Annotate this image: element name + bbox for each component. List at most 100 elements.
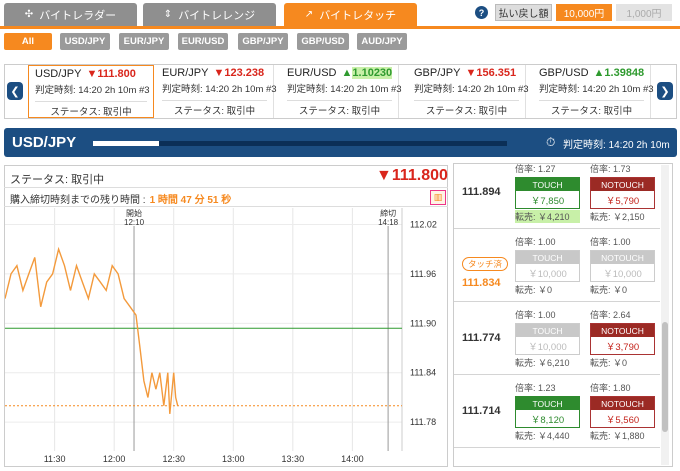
- x-tick-label: 13:00: [222, 454, 245, 464]
- touch-option: 倍率: 1.27 TOUCH ￥7,850 転売: ￥4,210: [515, 164, 580, 223]
- touch-option: 倍率: 1.23 TOUCH ￥8,120 転売: ￥4,440: [515, 381, 580, 442]
- touch-button[interactable]: TOUCH ￥7,850: [515, 177, 580, 209]
- tab-range[interactable]: ⇕ バイトレレンジ: [143, 3, 276, 26]
- notouch-button[interactable]: NOTOUCH ￥3,790: [590, 323, 655, 355]
- scrollbar-thumb[interactable]: [662, 322, 668, 432]
- card-gbpjpy[interactable]: GBP/JPY ▼156.351 判定時刻: 14:20 2h 10m #3 ステ…: [408, 65, 529, 118]
- touch-button[interactable]: TOUCH ￥10,000: [515, 250, 580, 282]
- filter-all[interactable]: All: [4, 33, 52, 50]
- tab-touch[interactable]: ↗ バイトレタッチ: [284, 3, 417, 26]
- pair-header: USD/JPY ⏱ 判定時刻: 14:20 2h 10m: [4, 128, 677, 157]
- help-icon[interactable]: ?: [475, 6, 488, 19]
- resale-value: 転売: ￥1,880: [590, 431, 645, 441]
- card-rate: ▼156.351: [465, 67, 517, 79]
- notouch-button-label: NOTOUCH: [591, 178, 654, 191]
- x-tick-label: 12:30: [162, 454, 185, 464]
- payout-option-1000[interactable]: 1,000円: [616, 4, 672, 21]
- payout-rate: 倍率: 1.23: [515, 383, 556, 393]
- card-status: ステータス: 取引中: [539, 100, 644, 117]
- card-rate: ▲1.39848: [593, 67, 645, 79]
- touched-badge: タッチ済: [462, 257, 508, 271]
- annotation-label: 締切: [380, 208, 396, 218]
- notouch-option: 倍率: 2.64 NOTOUCH ￥3,790 転売: ￥0: [590, 308, 655, 369]
- notouch-option: 倍率: 1.80 NOTOUCH ￥5,560 転売: ￥1,880: [590, 381, 655, 442]
- card-time: 判定時刻: 14:20 2h 10m #3: [539, 84, 654, 95]
- notouch-button[interactable]: NOTOUCH ￥10,000: [590, 250, 655, 282]
- payout-rate: 倍率: 1.80: [590, 383, 631, 393]
- payout-rate: 倍率: 1.00: [515, 310, 556, 320]
- tab-ladder-label: バイトレラダー: [39, 9, 117, 22]
- card-gbpusd[interactable]: GBP/USD ▲1.39848 判定時刻: 14:20 2h 10m #3 ステ…: [533, 65, 654, 118]
- touch-icon: ↗: [304, 9, 314, 20]
- header-pair: USD/JPY: [12, 134, 77, 151]
- ladder-icon: ✣: [24, 9, 34, 20]
- payout-label: 払い戻し額: [495, 4, 552, 21]
- strike-row: 111.894 倍率: 1.27 TOUCH ￥7,850 転売: ￥4,210…: [454, 164, 660, 229]
- touch-option: 倍率: 1.00 TOUCH ￥10,000 転売: ￥0: [515, 235, 580, 296]
- y-tick-label: 111.78: [410, 417, 436, 427]
- strike-row: タッチ済 111.834 倍率: 1.00 TOUCH ￥10,000 転売: ￥…: [454, 229, 660, 302]
- touch-price: ￥10,000: [516, 337, 579, 354]
- carousel-next-button[interactable]: ❯: [657, 82, 673, 100]
- notouch-price: ￥3,790: [591, 337, 654, 354]
- touch-price: ￥8,120: [516, 410, 579, 427]
- payout-rate: 倍率: 1.00: [515, 237, 556, 247]
- card-pair: GBP/USD: [539, 67, 589, 79]
- y-tick-label: 111.90: [410, 318, 436, 328]
- tab-ladder[interactable]: ✣ バイトレラダー: [4, 3, 137, 26]
- notouch-price: ￥10,000: [591, 264, 654, 281]
- touch-button-label: TOUCH: [516, 251, 579, 264]
- payout-option-10000[interactable]: 10,000円: [556, 4, 612, 21]
- progress-fill: [93, 141, 160, 146]
- remaining-value: 1 時間 47 分 51 秒: [149, 195, 232, 206]
- x-tick-label: 11:30: [44, 454, 66, 464]
- resale-value: 転売: ￥2,150: [590, 212, 645, 222]
- card-eurjpy[interactable]: EUR/JPY ▼123.238 判定時刻: 14:20 2h 10m #3 ステ…: [156, 65, 277, 118]
- filter-eurjpy[interactable]: EUR/JPY: [119, 33, 169, 50]
- card-status: ステータス: 取引中: [287, 100, 392, 117]
- touch-price: ￥10,000: [516, 264, 579, 281]
- stopwatch-icon: ⏱: [546, 135, 556, 149]
- notouch-price: ￥5,790: [591, 191, 654, 208]
- filter-audjpy[interactable]: AUD/JPY: [357, 33, 407, 50]
- touch-button-label: TOUCH: [516, 178, 579, 191]
- notouch-button[interactable]: NOTOUCH ￥5,790: [590, 177, 655, 209]
- strike-price: 111.834: [462, 277, 501, 289]
- resale-value: 転売: ￥0: [590, 285, 628, 295]
- tab-underline: [0, 26, 680, 29]
- filter-gbpjpy[interactable]: GBP/JPY: [238, 33, 288, 50]
- chart-type-icon[interactable]: ▥: [430, 190, 446, 205]
- touch-price: ￥7,850: [516, 191, 579, 208]
- remaining-time: 購入締切時刻までの残り時間 :1 時間 47 分 51 秒: [4, 187, 448, 207]
- touch-button-label: TOUCH: [516, 324, 579, 337]
- resale-value: 転売: ￥0: [515, 285, 553, 295]
- strike-price: 111.714: [462, 405, 501, 417]
- touch-option: 倍率: 1.00 TOUCH ￥10,000 転売: ￥6,210: [515, 308, 580, 369]
- payout-rate: 倍率: 1.73: [590, 164, 631, 174]
- resale-value: 転売: ￥4,440: [515, 431, 570, 441]
- detail-status: ステータス: 取引中: [10, 174, 105, 186]
- card-eurusd[interactable]: EUR/USD ▲1.10230 判定時刻: 14:20 2h 10m #3 ステ…: [281, 65, 402, 118]
- touch-button[interactable]: TOUCH ￥8,120: [515, 396, 580, 428]
- time-progress-bar: [93, 141, 507, 146]
- notouch-button[interactable]: NOTOUCH ￥5,560: [590, 396, 655, 428]
- annotation-time: 12:10: [124, 218, 145, 227]
- chevron-right-icon: ❯: [660, 85, 670, 98]
- carousel-prev-button[interactable]: ❮: [7, 82, 23, 100]
- filter-usdjpy[interactable]: USD/JPY: [60, 33, 110, 50]
- notouch-button-label: NOTOUCH: [591, 324, 654, 337]
- filter-eurusd[interactable]: EUR/USD: [178, 33, 228, 50]
- strike-row: 111.714 倍率: 1.23 TOUCH ￥8,120 転売: ￥4,440…: [454, 375, 660, 448]
- card-time: 判定時刻: 14:20 2h 10m #3: [287, 84, 402, 95]
- card-pair: EUR/JPY: [162, 67, 209, 79]
- x-tick-label: 13:30: [282, 454, 305, 464]
- filter-gbpusd[interactable]: GBP/USD: [297, 33, 349, 50]
- header-judge-time: 判定時刻: 14:20 2h 10m: [563, 140, 670, 151]
- touch-button[interactable]: TOUCH ￥10,000: [515, 323, 580, 355]
- card-usdjpy[interactable]: USD/JPY ▼111.800 判定時刻: 14:20 2h 10m #3 ステ…: [28, 65, 154, 118]
- card-status: ステータス: 取引中: [35, 101, 147, 118]
- y-tick-label: 112.02: [410, 219, 437, 229]
- price-chart: 11:30 12:00 12:30 13:00 13:30 14:00 112.02 111.…: [5, 208, 437, 464]
- resale-value: 転売: ￥4,210: [515, 210, 580, 223]
- x-tick-label: 14:00: [341, 454, 364, 464]
